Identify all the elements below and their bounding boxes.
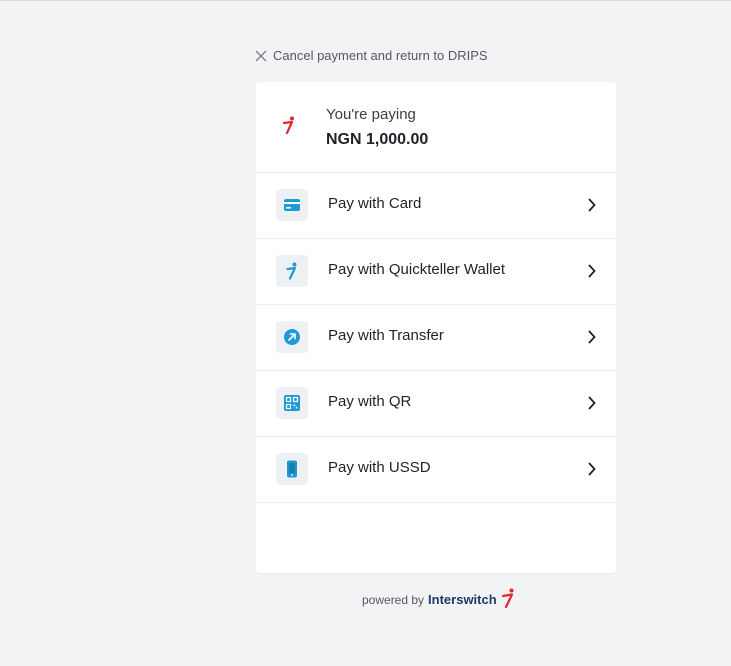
quickteller-icon: [276, 255, 308, 287]
pay-with-transfer-option[interactable]: Pay with Transfer: [256, 305, 616, 371]
method-label: Pay with Card: [328, 195, 422, 212]
payment-card: You're paying NGN 1,000.00 Pay with Card…: [256, 82, 616, 573]
interswitch-logo-icon: [501, 588, 515, 611]
chevron-right-icon: [588, 330, 596, 349]
pay-with-ussd-option[interactable]: Pay with USSD: [256, 437, 616, 503]
payment-summary: You're paying NGN 1,000.00: [256, 82, 616, 173]
method-label: Pay with QR: [328, 393, 412, 410]
method-label: Pay with Transfer: [328, 327, 444, 344]
paying-label: You're paying: [326, 106, 416, 123]
top-divider: [0, 0, 731, 1]
phone-icon: [276, 453, 308, 485]
pay-with-quickteller-wallet-option[interactable]: Pay with Quickteller Wallet: [256, 239, 616, 305]
chevron-right-icon: [588, 198, 596, 217]
payment-amount: NGN 1,000.00: [326, 131, 429, 148]
cancel-payment-link[interactable]: Cancel payment and return to DRIPS: [255, 48, 488, 63]
chevron-right-icon: [588, 462, 596, 481]
pay-with-qr-option[interactable]: Pay with QR: [256, 371, 616, 437]
close-icon: [255, 50, 267, 62]
interswitch-brand-text: Interswitch: [428, 592, 497, 607]
cancel-payment-label: Cancel payment and return to DRIPS: [273, 48, 488, 63]
interswitch-logo-icon: [282, 116, 296, 139]
transfer-icon: [276, 321, 308, 353]
chevron-right-icon: [588, 396, 596, 415]
method-label: Pay with Quickteller Wallet: [328, 261, 505, 278]
pay-with-card-option[interactable]: Pay with Card: [256, 173, 616, 239]
qr-icon: [276, 387, 308, 419]
chevron-right-icon: [588, 264, 596, 283]
powered-by-text: powered by: [362, 592, 425, 607]
card-icon: [276, 189, 308, 221]
method-label: Pay with USSD: [328, 459, 431, 476]
powered-by-footer: powered by Interswitch: [362, 588, 515, 611]
